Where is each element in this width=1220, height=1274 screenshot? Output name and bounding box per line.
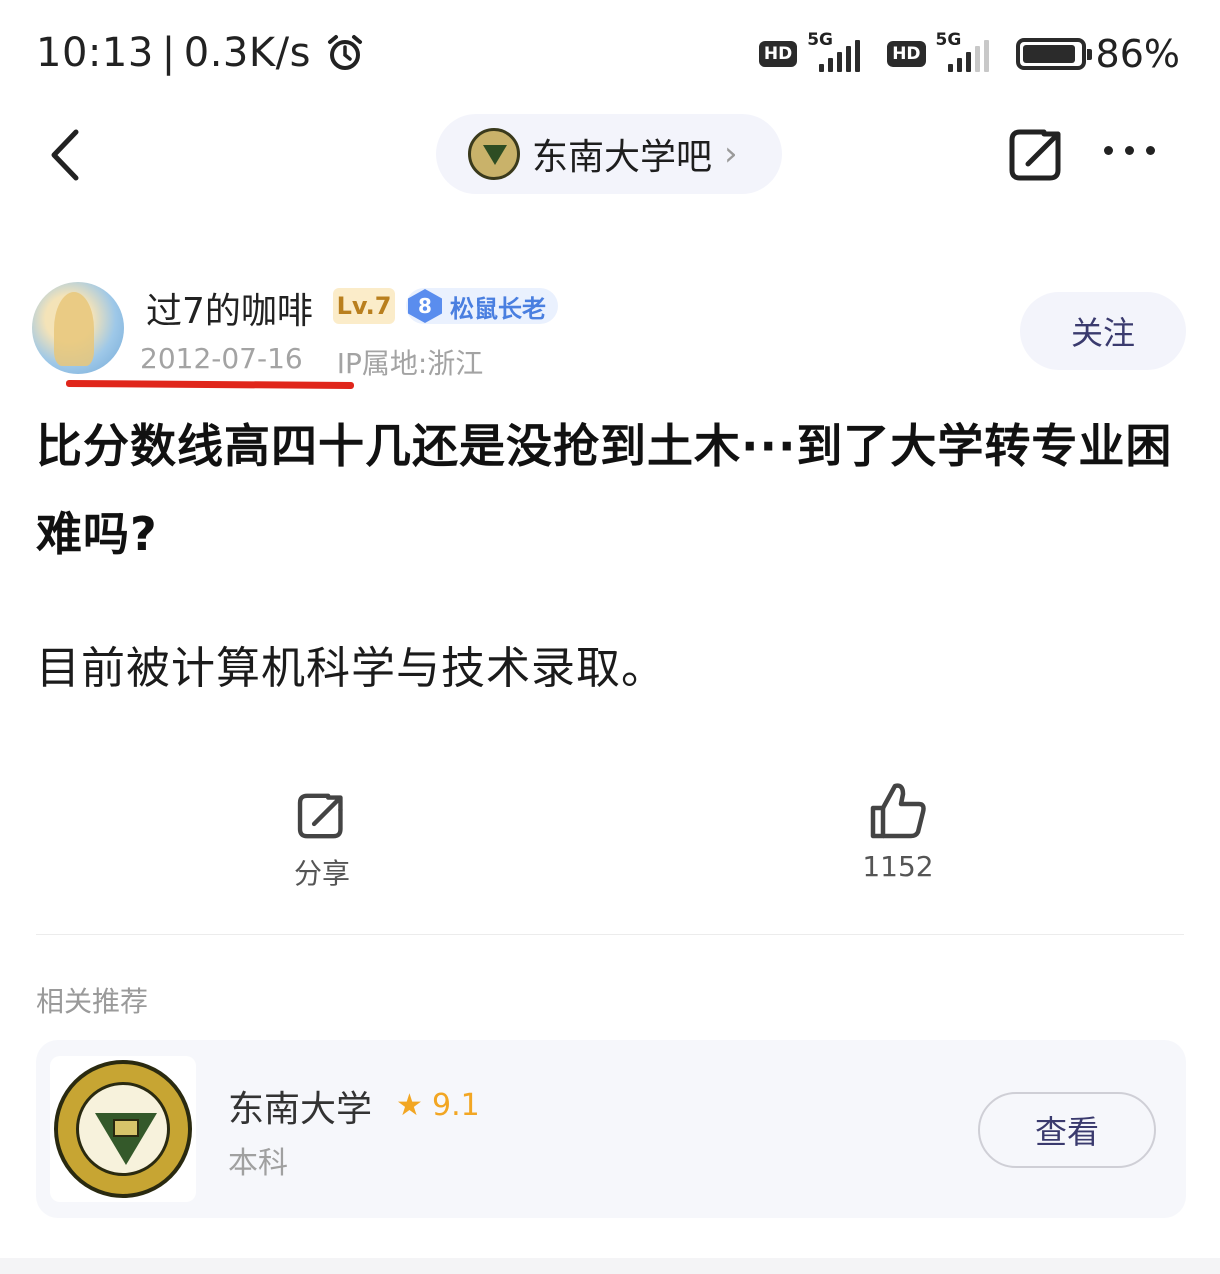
ip-location: IP属地:浙江 [336, 347, 484, 380]
alarm-icon [327, 35, 362, 70]
battery-percent: 86% [1095, 32, 1180, 76]
post-body: 目前被计算机科学与技术录取。 [36, 643, 666, 694]
hd-badge: HD [758, 41, 798, 67]
signal-icon-2: 5G [936, 30, 1006, 74]
status-left: 10:13 | 0.3K/s [36, 30, 365, 76]
back-icon[interactable] [40, 120, 100, 190]
rank-title: 松鼠长老 [450, 294, 546, 323]
red-annotation-underline [65, 379, 355, 390]
university-logo [50, 1056, 196, 1202]
university-seal-icon [54, 1060, 192, 1198]
hd-badge-2: HD [887, 41, 926, 67]
follow-button[interactable]: 关注 [1020, 292, 1186, 370]
related-section-title: 相关推荐 [36, 985, 149, 1018]
like-icon [870, 783, 926, 839]
more-icon[interactable] [1104, 146, 1155, 155]
status-right: HD 5G HD 5G 86% [758, 30, 1180, 76]
status-bar: 10:13 | 0.3K/s HD 5G HD 5G 86% [0, 0, 1220, 110]
share-icon[interactable] [1004, 124, 1070, 186]
like-button[interactable]: 1152 [846, 780, 950, 883]
rank-number: 8 [408, 289, 442, 323]
recommend-card[interactable]: 东南大学 ★ 9.1 本科 查看 [36, 1040, 1186, 1218]
recommend-score: 9.1 [432, 1088, 480, 1123]
post-meta: 2012-07-16 IP属地:浙江 [140, 342, 483, 382]
share-icon [297, 793, 343, 839]
battery-icon [1015, 38, 1092, 70]
level-badge: Lv.7 [333, 288, 395, 324]
like-count: 1152 [862, 850, 934, 883]
forum-name: 东南大学吧 [532, 137, 713, 178]
chevron-right-icon: › [724, 134, 738, 174]
recommend-name: 东南大学 [228, 1089, 373, 1130]
share-label: 分享 [293, 857, 350, 890]
recommend-subtitle: 本科 [228, 1146, 288, 1181]
status-speed: 0.3K/s [183, 30, 311, 76]
post-date: 2012-07-16 [140, 342, 303, 375]
forum-logo-icon [468, 128, 520, 180]
star-icon: ★ [396, 1088, 423, 1123]
post-title: 比分数线高四十几还是没抢到土木···到了大学转专业困难吗? [36, 419, 1173, 561]
avatar[interactable] [32, 282, 124, 374]
status-separator: | [161, 30, 176, 76]
bottom-strip [0, 1258, 1220, 1274]
author-name[interactable]: 过7的咖啡 [146, 282, 313, 334]
view-button[interactable]: 查看 [978, 1092, 1156, 1168]
share-button[interactable]: 分享 [270, 788, 374, 892]
forum-link[interactable]: 东南大学吧 › [436, 114, 782, 194]
status-time: 10:13 [36, 30, 154, 76]
signal-icon: 5G [807, 30, 877, 74]
rank-badge: 8 松鼠长老 [406, 288, 558, 324]
divider [36, 934, 1184, 935]
